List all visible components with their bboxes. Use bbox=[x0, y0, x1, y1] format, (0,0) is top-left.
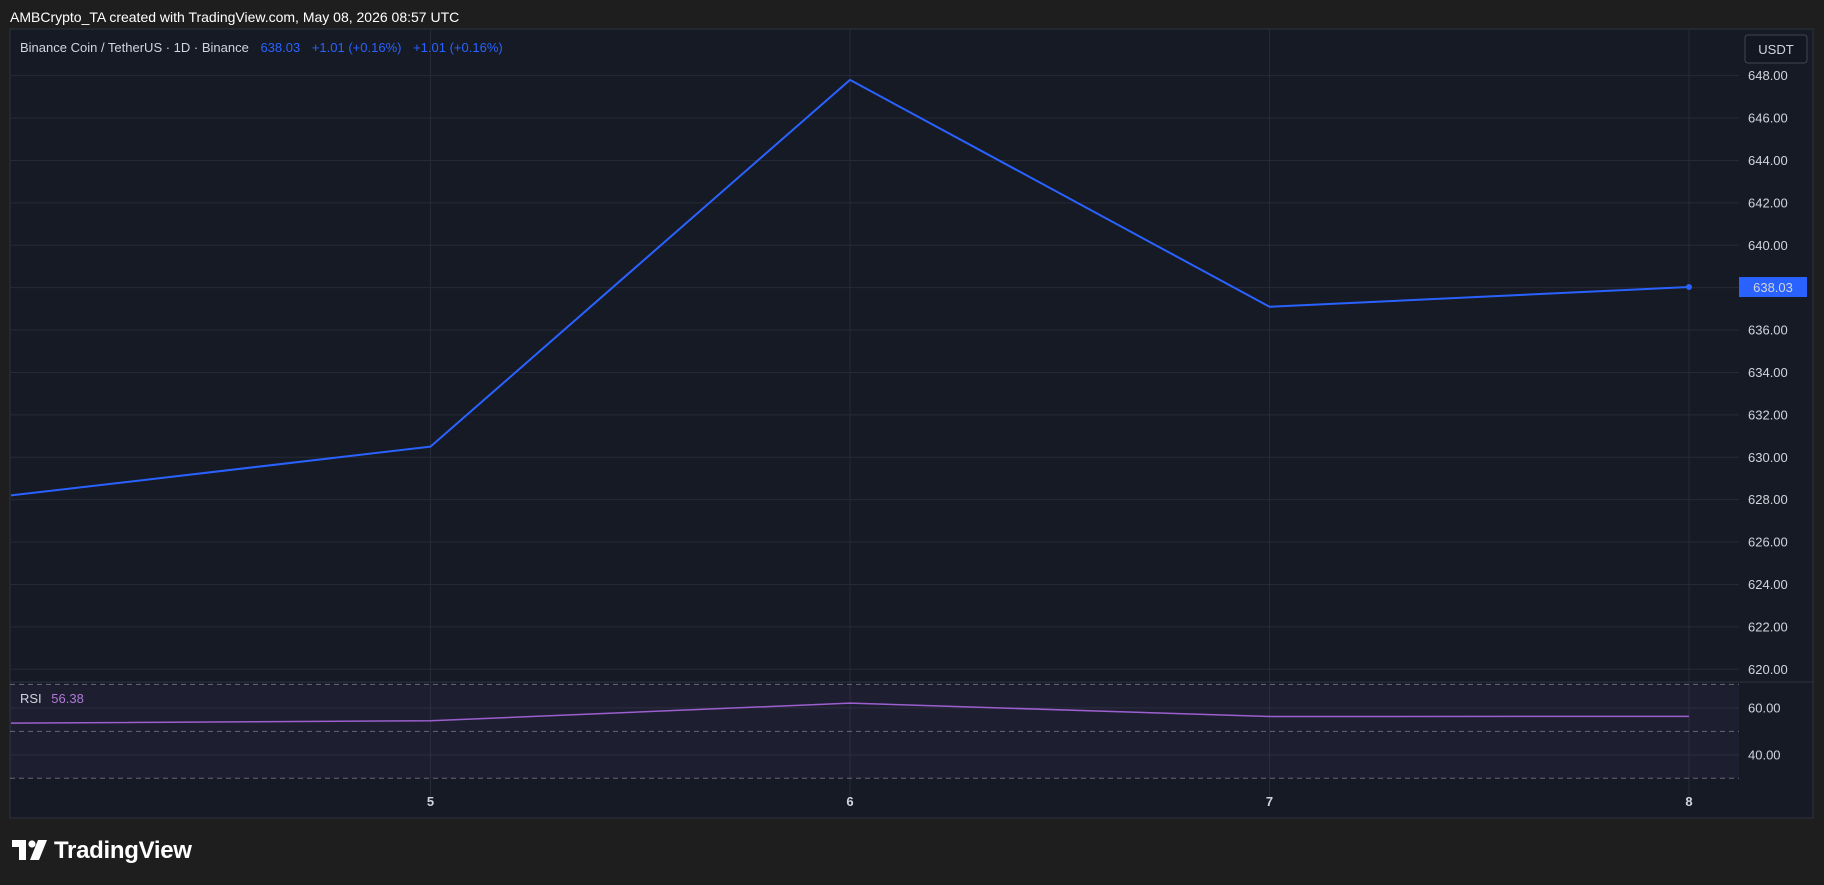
price-tick-label: 622.00 bbox=[1748, 619, 1788, 634]
change-label-2: +1.01 (+0.16%) bbox=[413, 40, 503, 55]
symbol-label: Binance Coin / TetherUS · 1D · Binance bbox=[20, 40, 249, 55]
rsi-tick-label: 60.00 bbox=[1748, 700, 1781, 715]
tradingview-logo[interactable]: TradingView bbox=[12, 837, 192, 865]
rsi-legend: RSI 56.38 bbox=[20, 691, 84, 706]
time-tick-label: 5 bbox=[427, 794, 434, 809]
price-tick-label: 628.00 bbox=[1748, 492, 1788, 507]
price-legend: Binance Coin / TetherUS · 1D · Binance 6… bbox=[20, 40, 503, 55]
currency-button[interactable]: USDT bbox=[1744, 34, 1808, 64]
price-tick-label: 644.00 bbox=[1748, 153, 1788, 168]
price-tick-label: 642.00 bbox=[1748, 195, 1788, 210]
currency-label: USDT bbox=[1758, 42, 1793, 57]
price-last-point bbox=[1686, 284, 1692, 291]
change-label: +1.01 (+0.16%) bbox=[312, 40, 402, 55]
price-axis: 620.00 622.00 624.00 626.00 628.00 630.00 632.… bbox=[1748, 68, 1788, 677]
rsi-band bbox=[10, 683, 1739, 779]
price-tick-label: 624.00 bbox=[1748, 577, 1788, 592]
price-tick-label: 648.00 bbox=[1748, 68, 1788, 83]
tradingview-logo-icon bbox=[12, 840, 47, 860]
price-tick-label: 646.00 bbox=[1748, 111, 1788, 126]
last-value-label: 638.03 bbox=[260, 40, 300, 55]
price-tick-label: 620.00 bbox=[1748, 662, 1788, 677]
time-tick-label: 6 bbox=[846, 794, 853, 809]
chart-canvas[interactable]: 620.00 622.00 624.00 626.00 628.00 630.00 632.… bbox=[0, 0, 1824, 885]
time-tick-label: 7 bbox=[1266, 794, 1273, 809]
rsi-name-label: RSI bbox=[20, 691, 42, 706]
price-tick-label: 626.00 bbox=[1748, 535, 1788, 550]
last-price-label: 638.03 bbox=[1753, 280, 1793, 295]
price-tick-label: 634.00 bbox=[1748, 365, 1788, 380]
price-tick-label: 630.00 bbox=[1748, 450, 1788, 465]
price-tick-label: 632.00 bbox=[1748, 407, 1788, 422]
price-tick-label: 636.00 bbox=[1748, 323, 1788, 338]
rsi-tick-label: 40.00 bbox=[1748, 747, 1781, 762]
rsi-value-label: 56.38 bbox=[51, 691, 84, 706]
price-tick-label: 640.00 bbox=[1748, 238, 1788, 253]
tradingview-logo-text: TradingView bbox=[54, 837, 192, 864]
last-price-tag: 638.03 bbox=[1739, 277, 1807, 298]
time-tick-label: 8 bbox=[1685, 794, 1692, 809]
